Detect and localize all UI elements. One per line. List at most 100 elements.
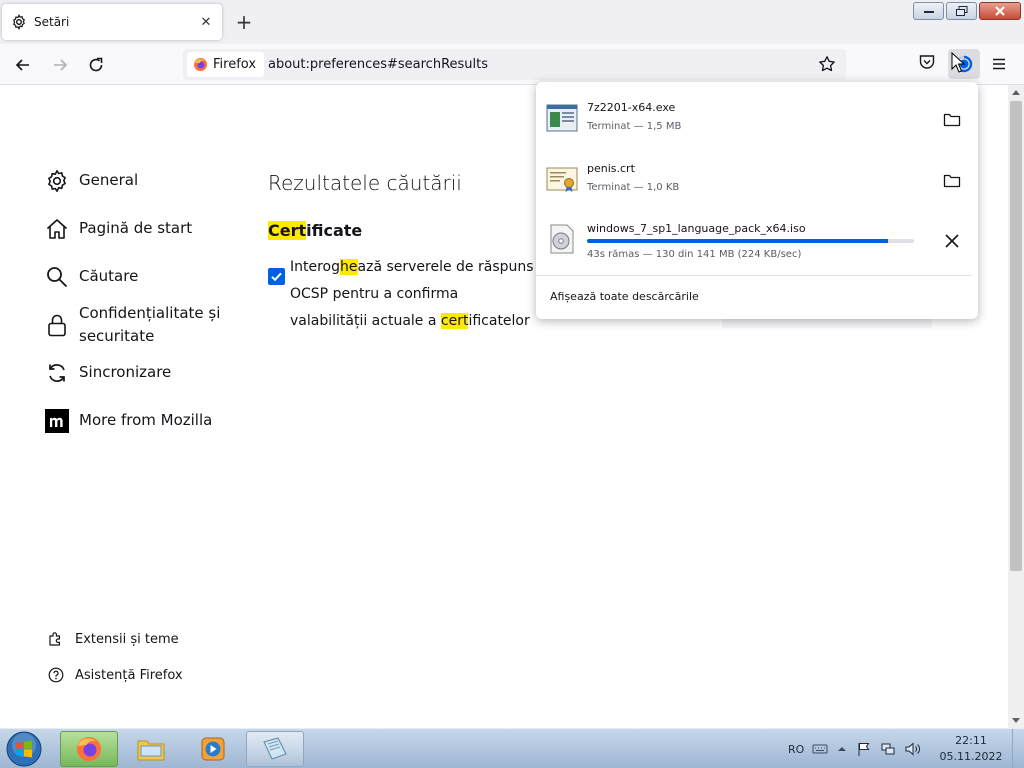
- ocsp-checkbox[interactable]: [268, 268, 285, 285]
- search-icon: [45, 265, 69, 289]
- identity-box[interactable]: Firefox: [187, 52, 265, 77]
- url-bar[interactable]: Firefox about:preferences#searchResults: [183, 49, 846, 80]
- reload-button[interactable]: [83, 52, 109, 78]
- search-highlight: cert: [440, 313, 469, 329]
- mozilla-m-icon: [45, 409, 69, 433]
- window-controls: [913, 2, 1021, 20]
- pocket-button[interactable]: [918, 53, 938, 73]
- open-folder-button[interactable]: [942, 110, 962, 130]
- taskbar-notepad[interactable]: [246, 731, 304, 767]
- nav-bar: Firefox about:preferences#searchResults: [0, 44, 1024, 85]
- bookmark-star-button[interactable]: [818, 55, 836, 77]
- forward-button[interactable]: [47, 52, 73, 78]
- home-icon: [45, 217, 69, 241]
- action-center-flag-icon: [858, 743, 870, 756]
- gear-icon: [45, 169, 69, 193]
- start-button[interactable]: [4, 730, 44, 768]
- category-privacy[interactable]: Confidențialitate și securitate: [45, 302, 239, 348]
- page-title: Rezultatele căutării: [268, 171, 462, 195]
- firefox-icon: [77, 737, 101, 761]
- download-status: Terminat — 1,0 KB: [587, 182, 680, 193]
- sync-icon: [45, 361, 69, 385]
- download-status: 43s rămas — 130 din 141 MB (224 KB/sec): [587, 249, 802, 260]
- taskbar-media-player[interactable]: [184, 731, 242, 767]
- clock[interactable]: 22:11 05.11.2022: [936, 733, 1006, 765]
- support-link[interactable]: Asistență Firefox: [47, 666, 183, 684]
- folder-icon: [943, 113, 961, 127]
- download-progress-fill: [587, 239, 889, 243]
- back-button[interactable]: [10, 52, 36, 78]
- help-icon: [48, 667, 64, 683]
- tab-settings[interactable]: Setări ✕: [2, 4, 222, 40]
- exe-file-icon: [546, 104, 578, 132]
- tab-title: Setări: [34, 15, 70, 29]
- category-label: More from Mozilla: [79, 411, 213, 429]
- open-folder-button[interactable]: [942, 171, 962, 191]
- scroll-up-arrow-icon: [1012, 90, 1020, 95]
- ocsp-text-part: ificatelor: [468, 313, 530, 329]
- pocket-icon: [919, 55, 935, 69]
- minimize-button[interactable]: [913, 2, 944, 20]
- system-tray: RO: [788, 729, 922, 768]
- support-label: Asistență Firefox: [75, 667, 183, 683]
- windows-orb-icon: [6, 731, 42, 767]
- url-text[interactable]: about:preferences#searchResults: [268, 57, 488, 72]
- category-general[interactable]: General: [45, 169, 138, 193]
- panel-divider: [536, 275, 972, 276]
- arrow-right-icon: [54, 59, 68, 71]
- checkmark-icon: [271, 272, 282, 282]
- language-indicator[interactable]: RO: [788, 743, 804, 756]
- taskbar-firefox[interactable]: [60, 731, 118, 767]
- download-progress-bar: [587, 239, 914, 243]
- new-tab-button[interactable]: +: [234, 10, 254, 34]
- download-item[interactable]: 7z2201-x64.exe Terminat — 1,5 MB: [536, 92, 978, 148]
- ocsp-text-part: Interog: [290, 259, 341, 275]
- download-filename: windows_7_sp1_language_pack_x64.iso: [587, 222, 806, 235]
- download-item-in-progress[interactable]: windows_7_sp1_language_pack_x64.iso 43s …: [536, 213, 978, 269]
- category-label: Confidențialitate și securitate: [79, 304, 221, 345]
- close-window-button[interactable]: [979, 2, 1021, 20]
- restore-button[interactable]: [946, 2, 977, 20]
- explorer-folder-icon: [137, 740, 165, 761]
- search-highlight: he: [340, 259, 358, 275]
- gear-icon: [10, 13, 28, 31]
- certificate-file-icon: [546, 167, 578, 192]
- scroll-down-arrow-icon: [1012, 718, 1020, 723]
- category-label: Pagină de start: [79, 219, 193, 237]
- reload-icon: [89, 57, 103, 72]
- taskbar: RO 22:11 05.11.2022: [0, 728, 1024, 768]
- downloads-panel: 7z2201-x64.exe Terminat — 1,5 MB penis.c…: [536, 82, 978, 319]
- scroll-thumb[interactable]: [1010, 101, 1022, 571]
- close-tab-button[interactable]: ✕: [196, 12, 216, 32]
- cancel-icon: [945, 234, 959, 248]
- star-icon: [819, 56, 835, 72]
- app-menu-button[interactable]: [990, 55, 1010, 75]
- arrow-left-icon: [15, 59, 29, 71]
- category-label: General: [79, 171, 139, 189]
- network-icon: [881, 743, 895, 755]
- ocsp-label[interactable]: Interoghează serverele de răspuns OCSP p…: [290, 254, 538, 335]
- category-home[interactable]: Pagină de start: [45, 217, 192, 241]
- download-filename: penis.crt: [587, 162, 635, 175]
- category-sync[interactable]: Sincronizare: [45, 361, 171, 385]
- category-label: Căutare: [79, 267, 139, 285]
- clock-time: 22:11: [955, 734, 987, 747]
- category-search[interactable]: Căutare: [45, 265, 138, 289]
- cancel-download-button[interactable]: [942, 231, 962, 251]
- download-item[interactable]: penis.crt Terminat — 1,0 KB: [536, 153, 978, 209]
- show-hidden-icons-icon: [838, 747, 847, 751]
- mouse-cursor-icon: [951, 52, 965, 73]
- folder-icon: [943, 174, 961, 188]
- category-label: Sincronizare: [79, 363, 172, 381]
- show-desktop-button[interactable]: [1012, 729, 1024, 768]
- identity-label: Firefox: [213, 57, 257, 72]
- taskbar-explorer[interactable]: [122, 731, 180, 767]
- category-more-from-mozilla[interactable]: More from Mozilla: [45, 409, 212, 433]
- show-all-downloads-button[interactable]: Afișează toate descărcările: [550, 290, 699, 303]
- disc-image-icon: [550, 224, 574, 254]
- scrollbar[interactable]: [1008, 85, 1024, 728]
- download-filename: 7z2201-x64.exe: [587, 101, 676, 114]
- addons-link[interactable]: Extensii și teme: [47, 630, 179, 648]
- clock-date: 05.11.2022: [939, 750, 1003, 763]
- hamburger-menu-icon: [993, 58, 1005, 70]
